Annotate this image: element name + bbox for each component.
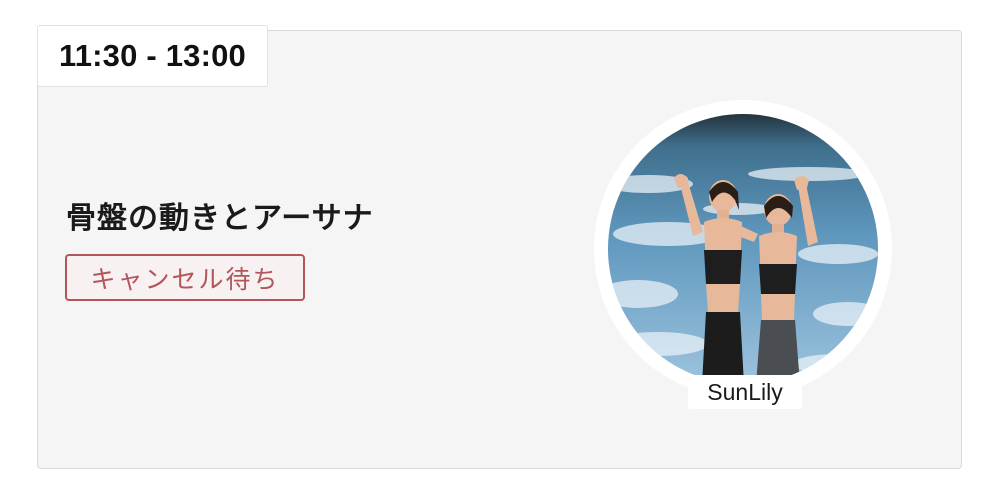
lesson-title: 骨盤の動きとアーサナ: [66, 201, 374, 236]
status-badge: キャンセル待ち: [65, 254, 305, 301]
instructor-avatar-frame[interactable]: [594, 100, 892, 398]
instructor-name: SunLily: [688, 375, 802, 409]
lesson-time: 11:30 - 13:00: [37, 25, 268, 87]
instructor-avatar: [608, 114, 878, 384]
